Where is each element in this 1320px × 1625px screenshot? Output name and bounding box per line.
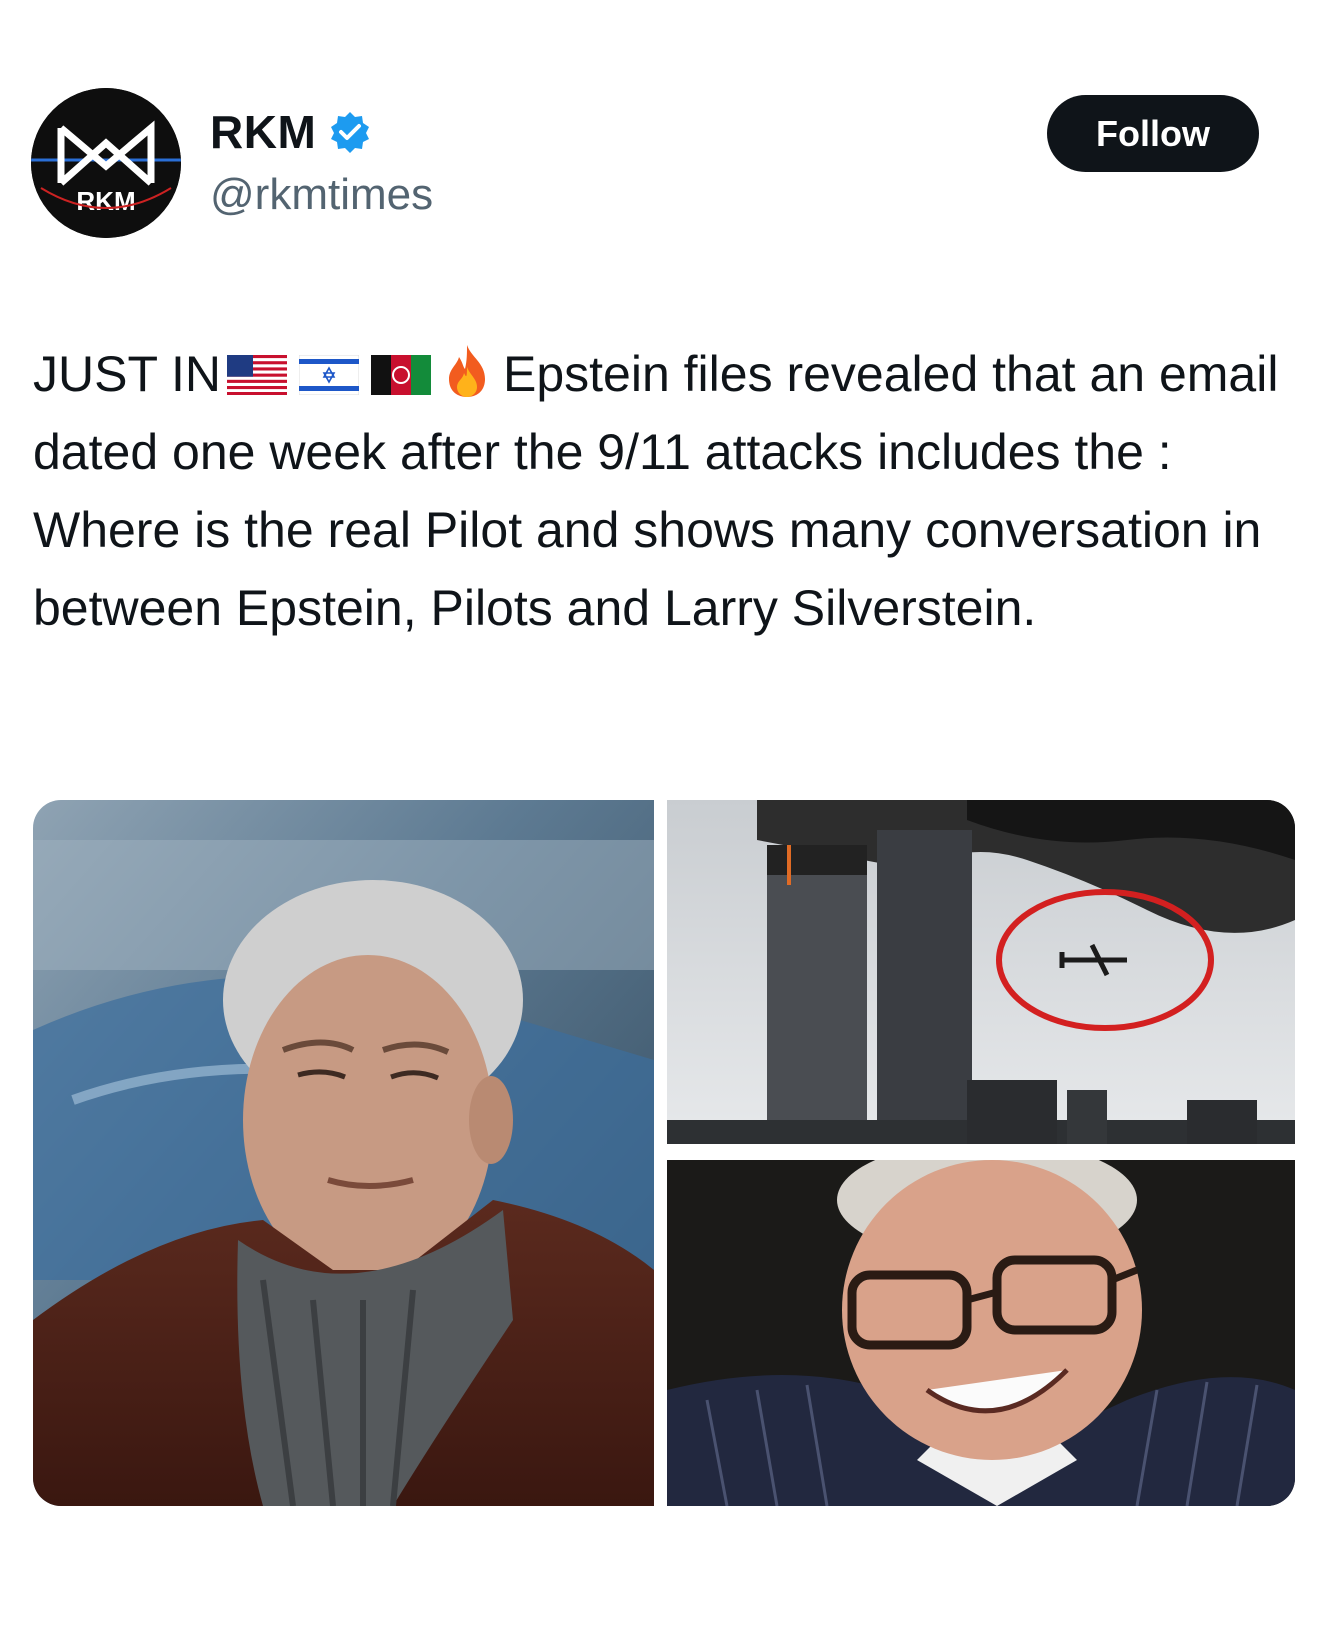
avatar[interactable]: RKM [31,88,181,238]
tweet-text: JUST IN Epstein files revealed that an e… [33,335,1293,647]
photo-towers-plane[interactable] [667,800,1295,1144]
media-grid [33,800,1295,1506]
svg-text:RKM: RKM [76,186,135,216]
tweet-prefix: JUST IN [33,346,221,402]
verified-badge-icon [331,112,370,153]
tweet-card: RKM RKM @rkmtimes Follow JUST IN Epstein… [0,0,1320,1625]
rkm-logo-icon: RKM [31,88,181,238]
afghanistan-flag-icon [371,355,431,395]
author-handle[interactable]: @rkmtimes [210,170,433,220]
us-flag-icon [227,355,287,395]
photo-man-scarf[interactable] [33,800,654,1506]
display-name[interactable]: RKM [210,105,316,159]
author-name-row[interactable]: RKM [210,102,372,162]
follow-button[interactable]: Follow [1047,95,1259,172]
fire-icon [441,343,493,399]
photo-man-glasses[interactable] [667,1160,1295,1506]
israel-flag-icon [299,355,359,395]
